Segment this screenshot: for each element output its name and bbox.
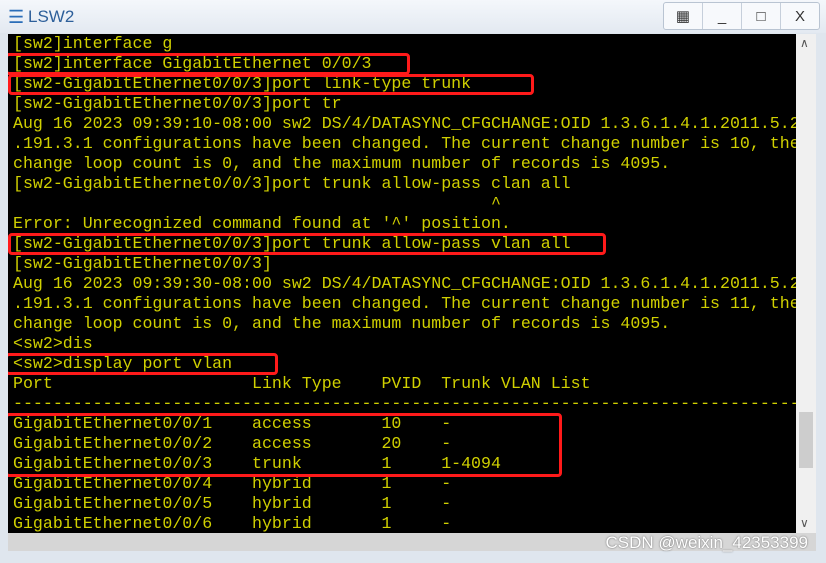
terminal-line: [sw2-GigabitEthernet0/0/3] — [13, 254, 272, 273]
highlight-box — [8, 233, 606, 255]
scroll-up-icon[interactable]: ∧ — [800, 36, 809, 50]
close-icon: X — [794, 7, 805, 25]
title-bar: ☰ LSW2 ▦ _ □ X — [0, 0, 826, 33]
highlight-box — [8, 53, 410, 75]
terminal-line: change loop count is 0, and the maximum … — [13, 154, 671, 173]
terminal-line: Error: Unrecognized command found at '^'… — [13, 214, 511, 233]
highlight-box — [8, 413, 562, 477]
terminal-line: ^ — [13, 194, 501, 213]
maximize-icon: □ — [756, 7, 766, 25]
watermark: CSDN @weixin_42353399 — [605, 533, 808, 552]
terminal-line: [sw2-GigabitEthernet0/0/3]port tr — [13, 94, 342, 113]
highlight-box — [8, 353, 278, 375]
terminal-line: [sw2-GigabitEthernet0/0/3]port trunk all… — [13, 174, 571, 193]
minimize-button[interactable]: _ — [702, 3, 741, 29]
layout-icon: ▦ — [675, 8, 691, 25]
terminal-line: .191.3.1 configurations have been change… — [13, 294, 796, 313]
highlight-box — [8, 74, 534, 95]
terminal-line: <sw2>dis — [13, 334, 93, 353]
terminal-line: GigabitEthernet0/0/5 hybrid 1 - — [13, 494, 452, 513]
window-controls: ▦ _ □ X — [663, 2, 820, 30]
terminal-line: change loop count is 0, and the maximum … — [13, 314, 671, 333]
switch-app-icon: ☰ — [8, 7, 25, 27]
maximize-button[interactable]: □ — [741, 3, 780, 29]
terminal-line: Aug 16 2023 09:39:30-08:00 sw2 DS/4/DATA… — [13, 274, 796, 293]
terminal-line: GigabitEthernet0/0/6 hybrid 1 - — [13, 514, 452, 533]
terminal-line: Aug 16 2023 09:39:10-08:00 sw2 DS/4/DATA… — [13, 114, 796, 133]
close-button[interactable]: X — [780, 3, 819, 29]
scroll-down-icon[interactable]: ∨ — [800, 516, 809, 530]
scrollbar-thumb[interactable] — [799, 412, 813, 468]
minimize-icon: _ — [717, 7, 727, 25]
terminal-line: ----------------------------------------… — [13, 394, 796, 413]
window-title: LSW2 — [28, 7, 75, 26]
terminal-line: [sw2]interface g — [13, 34, 173, 53]
terminal-line: GigabitEthernet0/0/4 hybrid 1 - — [13, 474, 452, 493]
vertical-scrollbar[interactable]: ∧ ∨ — [796, 34, 816, 533]
terminal-line: Port Link Type PVID Trunk VLAN List — [13, 374, 591, 393]
terminal-output[interactable]: [sw2]interface g [sw2]interface GigabitEt… — [8, 34, 796, 533]
layout-button[interactable]: ▦ — [664, 3, 702, 29]
terminal-line: .191.3.1 configurations have been change… — [13, 134, 796, 153]
